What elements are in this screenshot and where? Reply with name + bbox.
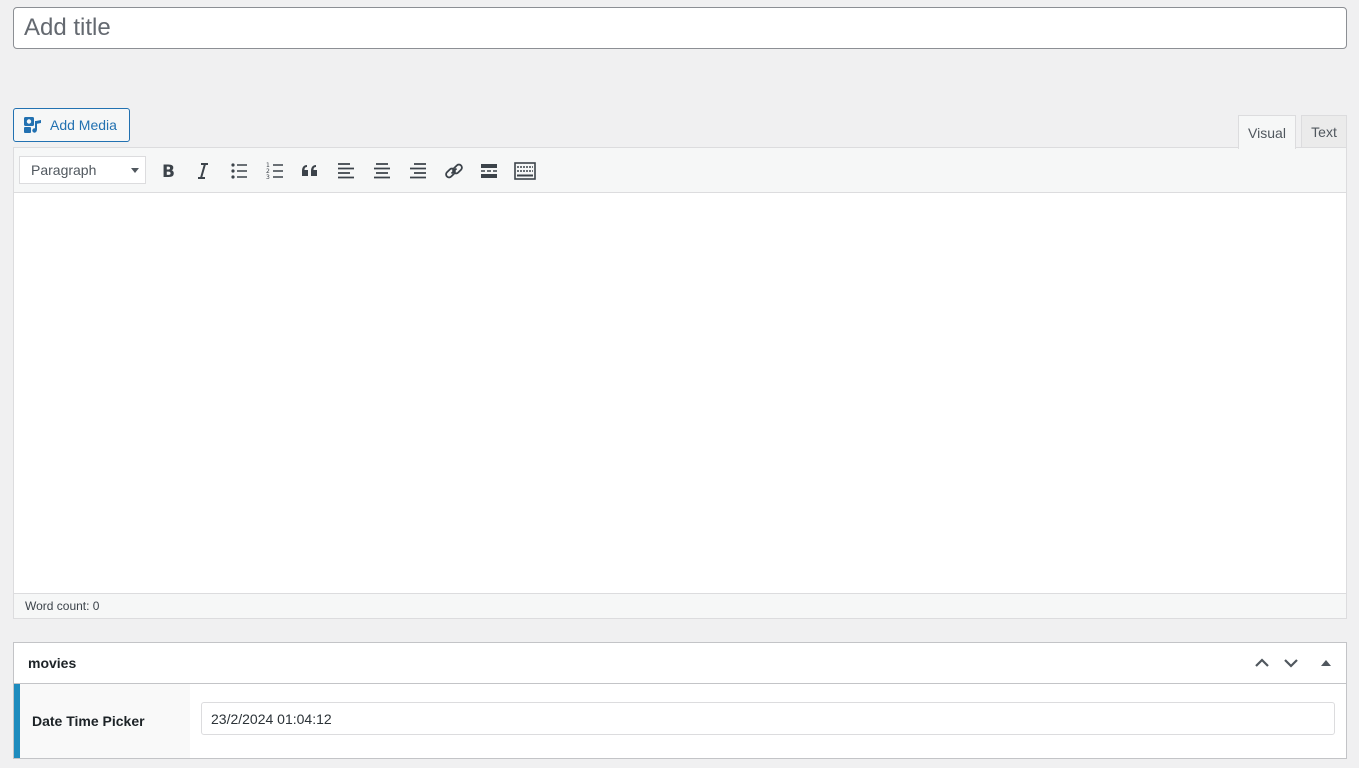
word-count: Word count: 0 xyxy=(25,599,100,613)
add-media-label: Add Media xyxy=(50,117,117,133)
align-left-button[interactable] xyxy=(332,157,360,185)
field-label-cell: Date Time Picker xyxy=(14,684,190,758)
bulleted-list-icon xyxy=(231,163,247,179)
chevron-down-icon xyxy=(1284,659,1298,668)
field-row-date-time-picker: Date Time Picker xyxy=(14,684,1346,758)
movies-metabox: movies Date Time Picker xyxy=(13,642,1347,759)
add-media-button[interactable]: Add Media xyxy=(13,108,130,142)
insert-link-button[interactable] xyxy=(440,157,468,185)
align-right-icon xyxy=(410,163,426,179)
tab-text[interactable]: Text xyxy=(1301,115,1347,148)
bold-icon: B xyxy=(162,162,175,181)
format-select-value: Paragraph xyxy=(31,162,97,178)
blockquote-button[interactable] xyxy=(296,157,324,185)
bold-button[interactable]: B xyxy=(154,157,182,185)
metabox-header: movies xyxy=(14,643,1346,684)
numbered-list-button[interactable]: 1 2 3 xyxy=(261,157,289,185)
chevron-down-icon xyxy=(131,168,139,173)
chevron-up-icon xyxy=(1255,658,1269,667)
date-time-picker-input[interactable] xyxy=(201,702,1335,735)
toggle-panel-button[interactable] xyxy=(1312,649,1340,677)
svg-text:B: B xyxy=(162,162,175,181)
svg-text:3: 3 xyxy=(266,174,270,181)
content-editor: Paragraph B 1 2 3 Word count: 0 xyxy=(13,147,1347,619)
bulleted-list-button[interactable] xyxy=(225,157,253,185)
align-right-button[interactable] xyxy=(404,157,432,185)
link-icon xyxy=(445,163,463,179)
move-down-button[interactable] xyxy=(1277,649,1305,677)
move-up-button[interactable] xyxy=(1248,649,1276,677)
editor-content-area[interactable] xyxy=(14,193,1346,593)
post-title-input[interactable] xyxy=(13,7,1347,49)
media-icon xyxy=(23,115,43,135)
toolbar-toggle-button[interactable] xyxy=(511,157,539,185)
toolbar-toggle-icon xyxy=(514,162,536,180)
align-left-icon xyxy=(338,163,354,179)
align-center-icon xyxy=(374,163,390,179)
numbered-list-icon: 1 2 3 xyxy=(266,162,283,181)
align-center-button[interactable] xyxy=(368,157,396,185)
editor-statusbar: Word count: 0 xyxy=(14,593,1346,618)
tab-visual[interactable]: Visual xyxy=(1238,115,1296,149)
insert-read-more-button[interactable] xyxy=(475,157,503,185)
metabox-title: movies xyxy=(28,655,77,671)
field-label: Date Time Picker xyxy=(32,713,145,729)
editor-toolbar: Paragraph B 1 2 3 xyxy=(14,148,1346,193)
format-select[interactable]: Paragraph xyxy=(19,156,146,184)
blockquote-icon xyxy=(302,165,317,176)
triangle-up-icon xyxy=(1321,660,1331,666)
read-more-icon xyxy=(481,164,497,178)
italic-button[interactable] xyxy=(189,157,217,185)
italic-icon xyxy=(198,163,208,179)
